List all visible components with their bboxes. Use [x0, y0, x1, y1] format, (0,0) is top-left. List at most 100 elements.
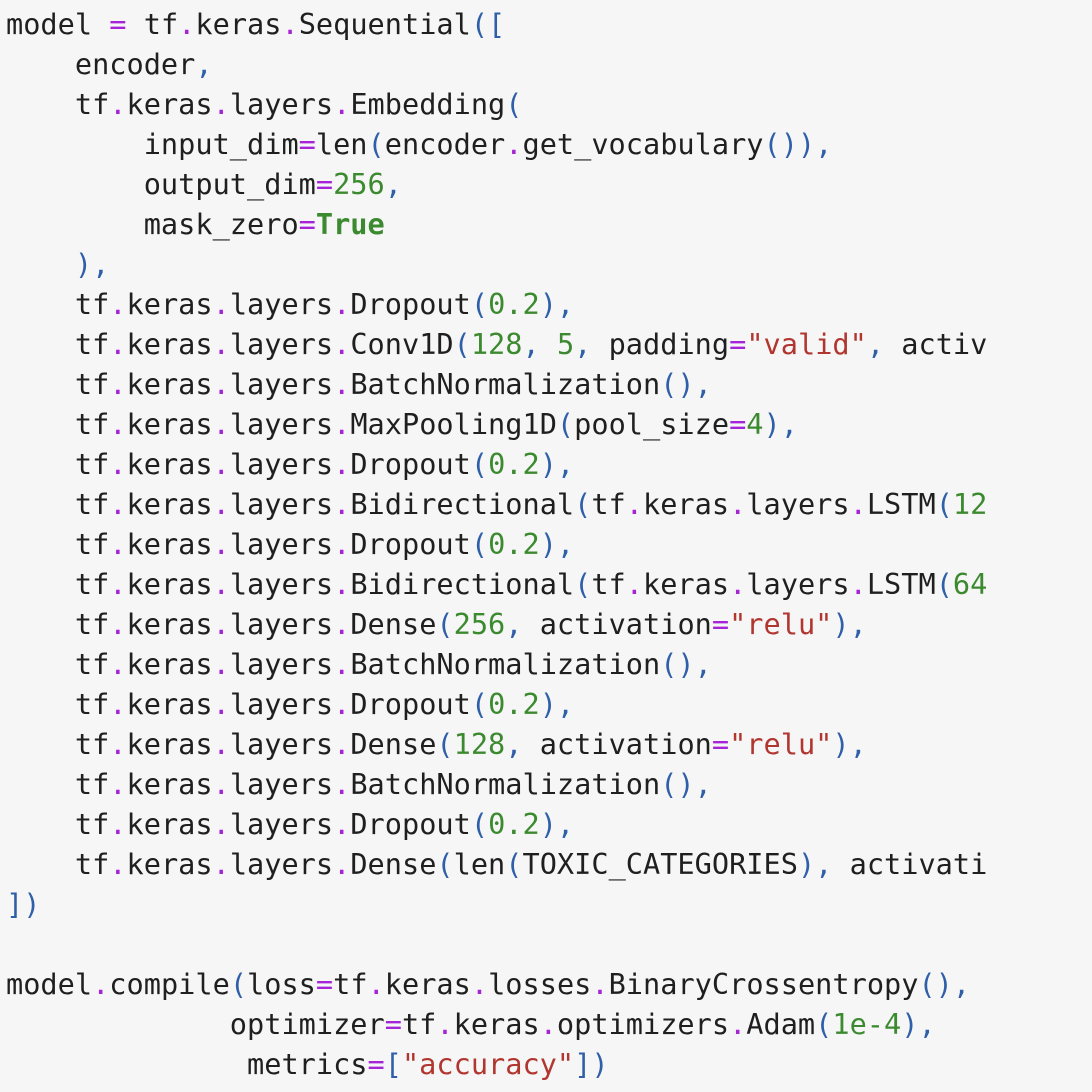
punctuation-token: ( — [229, 967, 248, 1001]
code-token: activation — [539, 727, 712, 761]
string-token: "relu" — [729, 727, 833, 761]
code-token: Bidirectional — [350, 567, 575, 601]
number-token: 256 — [453, 607, 506, 641]
code-line: model.compile(loss=tf.keras.losses.Binar… — [6, 964, 987, 1004]
code-token: model — [6, 7, 110, 41]
punctuation-token: ([ — [470, 7, 506, 41]
code-line: model = tf.keras.Sequential([ — [6, 4, 987, 44]
string-token: "valid" — [746, 327, 867, 361]
code-token: keras — [384, 967, 471, 1001]
punctuation-token: ( — [505, 87, 523, 121]
number-token: 128 — [470, 327, 523, 361]
code-token: loss — [247, 967, 316, 1001]
code-line: output_dim=256, — [6, 164, 987, 204]
operator-token: . — [109, 607, 127, 641]
operator-token: . — [333, 607, 351, 641]
punctuation-token: ( — [815, 1007, 833, 1041]
code-line: encoder, — [6, 44, 987, 84]
code-token: Conv1D — [350, 327, 454, 361]
code-token: optimizers — [556, 1007, 730, 1041]
punctuation-token: ( — [556, 407, 575, 441]
operator-token: . — [333, 727, 351, 761]
code-token: keras — [126, 847, 213, 881]
code-line: tf.keras.layers.Dropout(0.2), — [6, 524, 987, 564]
operator-token: . — [333, 687, 351, 721]
operator-token: . — [849, 567, 867, 601]
operator-token: . — [109, 487, 127, 521]
number-token: 0.2 — [488, 447, 540, 481]
punctuation-token: ( — [470, 807, 489, 841]
operator-token: . — [109, 767, 127, 801]
punctuation-token: ( — [470, 287, 489, 321]
code-token: layers — [746, 487, 850, 521]
operator-token: = — [298, 207, 316, 241]
code-token: tf — [6, 607, 110, 641]
code-line: metrics=["accuracy"]) — [6, 1044, 987, 1084]
operator-token: . — [109, 847, 127, 881]
operator-token: . — [212, 527, 230, 561]
operator-token: . — [212, 687, 230, 721]
code-token: keras — [126, 767, 213, 801]
operator-token: . — [333, 287, 351, 321]
code-token: BatchNormalization — [350, 367, 661, 401]
code-token: encoder — [6, 47, 196, 81]
code-block: model = tf.keras.Sequential([ encoder, t… — [0, 0, 1092, 1092]
code-line: tf.keras.layers.Dropout(0.2), — [6, 804, 987, 844]
code-token: keras — [126, 727, 213, 761]
operator-token: . — [436, 1007, 454, 1041]
keyword-token: True — [315, 207, 385, 241]
punctuation-token: ( — [436, 607, 454, 641]
operator-token: . — [333, 567, 351, 601]
code-token: layers — [229, 847, 334, 881]
code-token: keras — [126, 87, 213, 121]
code-line: tf.keras.layers.Dense(256, activation="r… — [6, 604, 987, 644]
code-line: tf.keras.layers.MaxPooling1D(pool_size=4… — [6, 404, 987, 444]
operator-token: . — [333, 447, 351, 481]
code-token: LSTM — [866, 567, 936, 601]
operator-token: = — [315, 167, 334, 201]
punctuation-token: ( — [935, 487, 953, 521]
punctuation-token: ), — [797, 847, 850, 881]
code-token: layers — [229, 647, 334, 681]
operator-token: . — [212, 567, 230, 601]
code-token: tf — [401, 1007, 437, 1041]
code-token: len — [453, 847, 506, 881]
code-token: keras — [126, 607, 213, 641]
operator-token: = — [729, 327, 747, 361]
operator-token: . — [109, 407, 127, 441]
operator-token: . — [212, 407, 230, 441]
code-token: BatchNormalization — [350, 767, 661, 801]
code-token: Dropout — [350, 527, 471, 561]
punctuation-token: ), — [832, 607, 867, 641]
code-token: tf — [126, 7, 179, 41]
code-token: tf — [6, 447, 110, 481]
punctuation-token: ( — [470, 687, 489, 721]
number-token: 5 — [556, 327, 575, 361]
code-token: Dropout — [350, 447, 471, 481]
operator-token: = — [315, 967, 334, 1001]
operator-token: . — [333, 807, 351, 841]
code-token: layers — [229, 487, 334, 521]
code-token: padding — [608, 327, 730, 361]
code-token: keras — [195, 7, 282, 41]
operator-token: . — [333, 847, 351, 881]
punctuation-token: ( — [935, 567, 953, 601]
number-token: 128 — [453, 727, 506, 761]
code-token: tf — [6, 407, 110, 441]
operator-token: . — [849, 487, 867, 521]
code-token: losses — [488, 967, 592, 1001]
code-token: model — [6, 967, 93, 1001]
code-token: metrics — [6, 1047, 368, 1081]
number-token: 256 — [333, 167, 385, 201]
operator-token: . — [333, 87, 351, 121]
number-token: 1e-4 — [832, 1007, 902, 1041]
code-token: layers — [229, 727, 334, 761]
code-token: Dense — [350, 847, 437, 881]
punctuation-token: ), — [901, 1007, 936, 1041]
code-token: layers — [229, 87, 334, 121]
code-token: layers — [229, 767, 334, 801]
operator-token: . — [333, 407, 351, 441]
code-token: input_dim — [6, 127, 299, 161]
punctuation-token: ( — [436, 847, 454, 881]
